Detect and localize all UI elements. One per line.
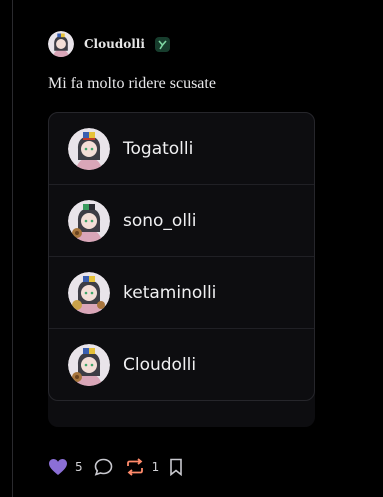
embedded-post[interactable]: Togatolli sono_olli ketaminolli Cloudoll… [48,112,315,427]
heart-icon [49,459,67,475]
author-avatar[interactable] [48,31,74,57]
list-item[interactable]: sono_olli [49,185,314,257]
user-name: ketaminolli [123,282,217,303]
speech-bubble-icon [94,458,112,476]
user-avatar [68,344,110,386]
repost-count: 1 [151,460,160,474]
bookmark-icon [170,458,183,476]
user-name: Cloudolli [123,355,197,375]
repost-button[interactable]: 1 [125,458,160,476]
user-name: Togatolli [123,138,194,159]
bookmark-button[interactable] [169,458,183,476]
reply-button[interactable] [94,458,113,476]
user-avatar [68,199,110,242]
embedded-user-list: Togatolli sono_olli ketaminolli Cloudoll… [48,112,315,401]
like-button[interactable]: 5 [48,458,83,476]
like-count: 5 [75,460,83,474]
repost-icon [126,458,143,476]
user-avatar [68,271,110,314]
thread-divider [12,0,13,497]
post: Cloudolli Mi fa molto ridere scusate [48,30,328,94]
post-actions: 5 1 [48,456,183,478]
user-name: sono_olli [123,210,197,231]
list-item[interactable]: Togatolli [49,113,314,185]
list-item[interactable]: Cloudolli [49,329,314,400]
author-name[interactable]: Cloudolli [84,37,145,51]
post-header: Cloudolli [48,30,328,58]
leaf-badge-icon [154,36,170,52]
user-avatar [68,127,110,170]
list-item[interactable]: ketaminolli [49,257,314,329]
post-text: Mi fa molto ridere scusate [48,75,216,92]
